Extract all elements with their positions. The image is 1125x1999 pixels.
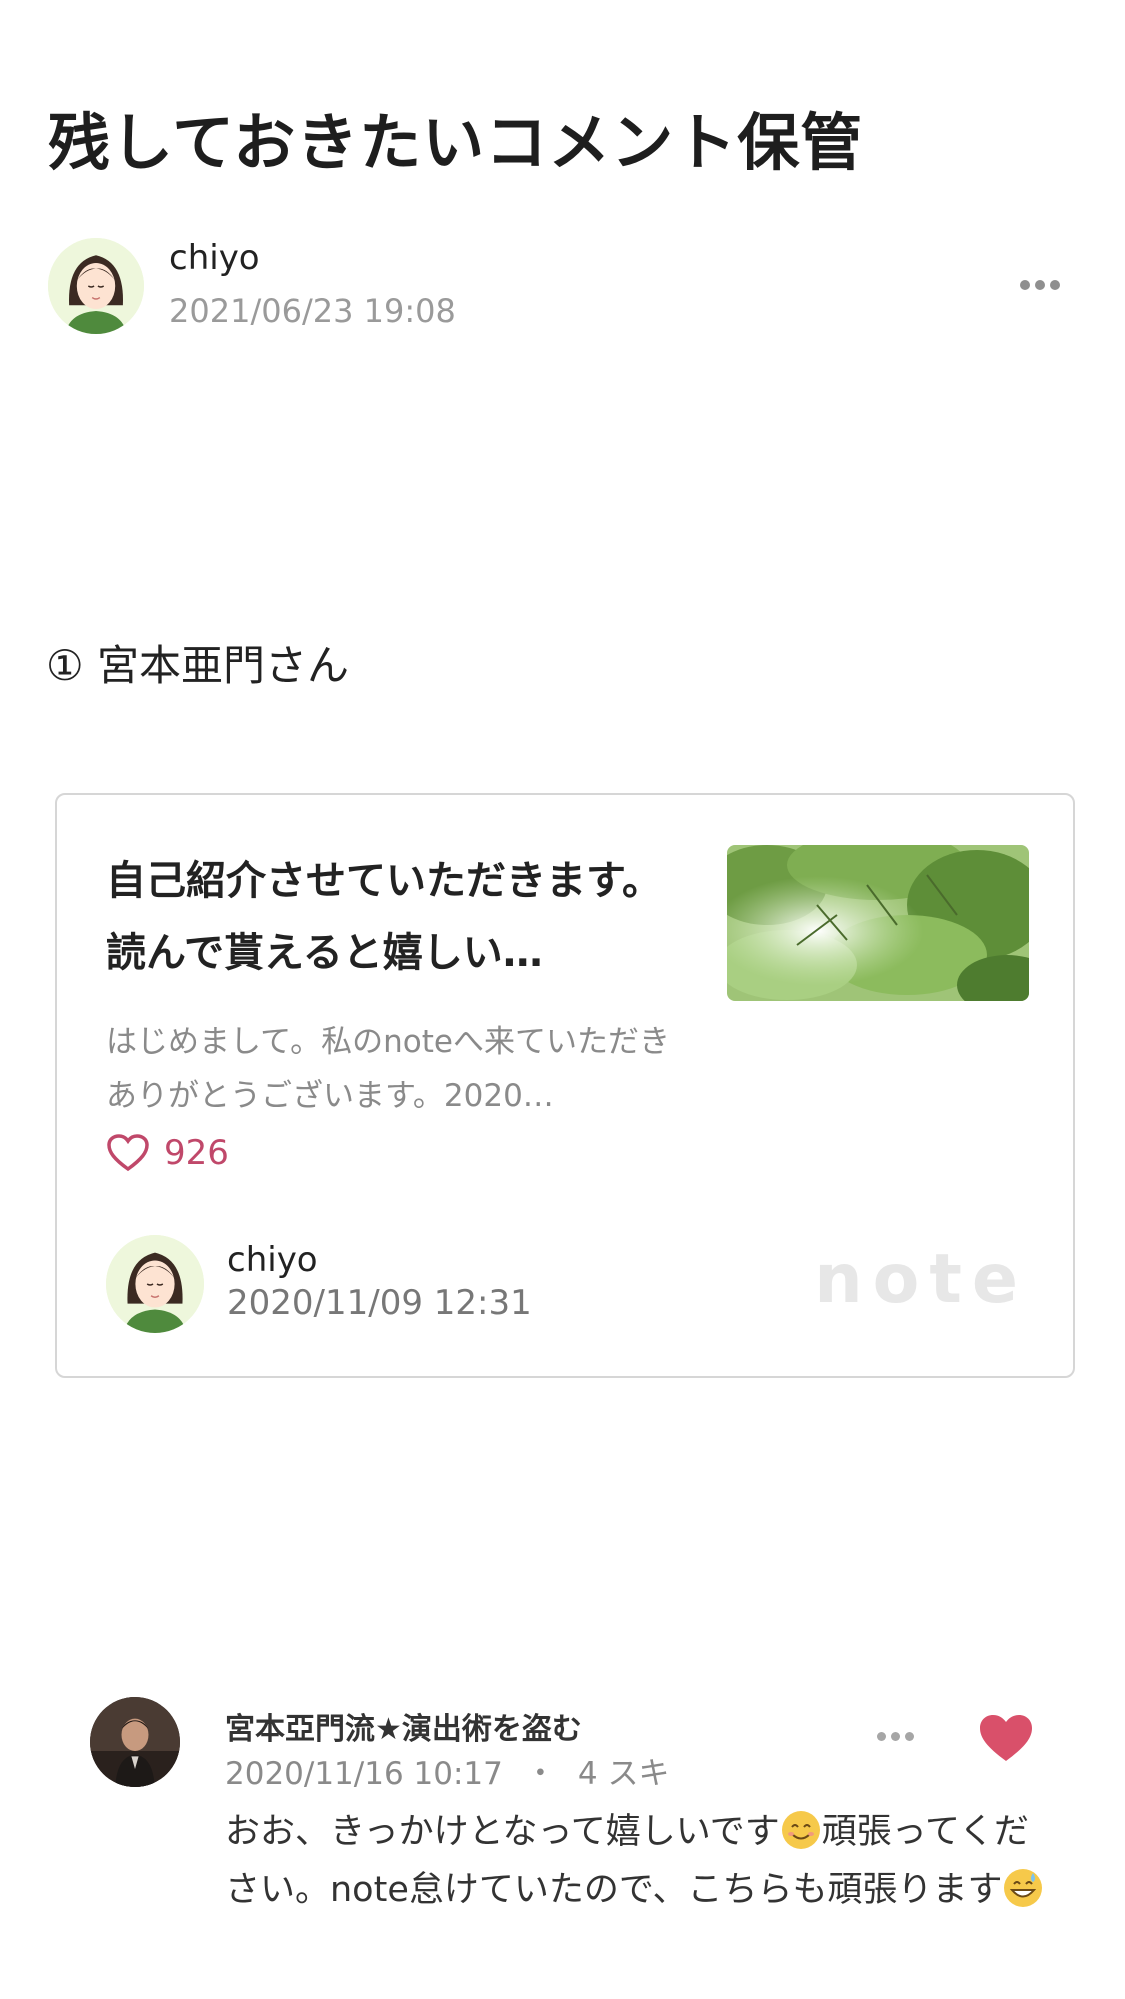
comment-text-part1: おお、きっかけとなって嬉しいです xyxy=(225,1812,780,1852)
card-author-name: chiyo xyxy=(227,1240,318,1280)
comment-more-icon[interactable] xyxy=(870,1726,920,1746)
author-avatar[interactable] xyxy=(48,238,144,334)
note-brand-logo: note xyxy=(814,1240,1028,1319)
meta-separator: ・ xyxy=(524,1756,556,1792)
comment-like-count: 4 スキ xyxy=(577,1756,670,1792)
card-author-avatar xyxy=(106,1235,204,1333)
comment-body: おお、きっかけとなって嬉しいです 頑張ってください。note怠けていたので、こち… xyxy=(225,1803,1045,1919)
heart-outline-icon xyxy=(107,1134,149,1172)
heart-filled-icon xyxy=(980,1715,1032,1761)
card-excerpt: はじめまして。私のnoteへ来ていただきありがとうございます。2020… xyxy=(106,1024,670,1114)
card-like-number: 926 xyxy=(164,1133,229,1173)
post-date: 2021/06/23 19:08 xyxy=(169,292,456,330)
commenter-name[interactable]: 宮本亞門流★演出術を盗む xyxy=(225,1704,582,1748)
green-leaves-image xyxy=(727,845,1029,1001)
comment-like-button[interactable] xyxy=(977,1712,1035,1764)
comment-date: 2020/11/16 10:17 xyxy=(225,1756,503,1792)
grinning-sweat-emoji xyxy=(1004,1869,1043,1907)
card-author-date: 2020/11/09 12:31 xyxy=(227,1283,532,1323)
woman-avatar-icon xyxy=(106,1235,204,1333)
smiling-face-emoji xyxy=(781,1811,820,1849)
embedded-article-card[interactable]: 自己紹介させていただきます。読んで貰えると嬉しい… はじめまして。私のnoteへ… xyxy=(55,793,1075,1378)
card-thumbnail xyxy=(727,845,1029,1001)
man-photo-icon xyxy=(90,1697,180,1787)
card-like-count: 926 xyxy=(106,1133,229,1173)
commenter-avatar[interactable] xyxy=(90,1697,180,1787)
page-title: 残しておきたいコメント保管 xyxy=(48,106,864,179)
woman-avatar-icon xyxy=(48,238,144,334)
comment-meta: 2020/11/16 10:17 ・ 4 スキ xyxy=(225,1748,669,1793)
more-options-icon[interactable] xyxy=(1010,270,1070,300)
section-heading: ① 宮本亜門さん xyxy=(46,641,350,690)
author-name[interactable]: chiyo xyxy=(169,238,260,278)
card-title[interactable]: 自己紹介させていただきます。読んで貰えると嬉しい… xyxy=(106,845,676,989)
